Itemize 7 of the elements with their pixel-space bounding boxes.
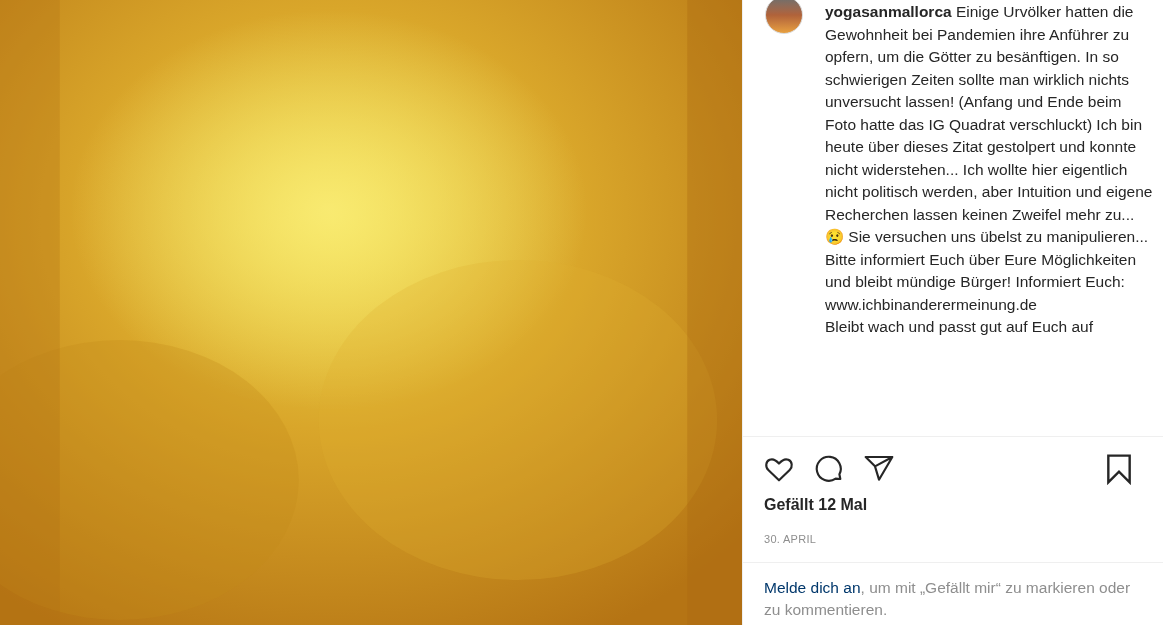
comment-icon[interactable] [813,453,845,485]
avatar[interactable] [765,0,803,34]
post-caption: yogasanmallorca Einige Urvölker hatten die Gewohnheit bei Pandemien ihre Anführer zu opfern, um die Götter zu besänftigen. In so schwierigen Zeiten sollte man wirklich nichts unversucht lassen! (Anfang und Ende beim Foto hatte das IG Quadrat verschluckt) Ich bin heute über dieses Zitat gestolpert und konnte nicht widerstehen... Ich wollte hier eigentlich nicht politisch werden, aber Intuition und eigene Recherchen lassen keinen Zweifel mehr zu... 😢 Sie versuchen uns übelst zu manipulieren... Bitte informiert Euch über Eure Möglichkeiten und bleibt mündige Bürger! Informiert Euch: www.ichbinanderermeinung.de [825,2,1154,315]
post-caption: Bleibt wach und passt gut auf Euch auf [825,317,1094,337]
login-link[interactable]: Melde dich an [764,578,861,596]
likes-count[interactable]: Gefällt 12 Mal [764,493,1142,517]
login-prompt: Melde dich an, um mit „Gefällt mir“ zu markieren oder zu kommentieren. [764,577,1132,620]
